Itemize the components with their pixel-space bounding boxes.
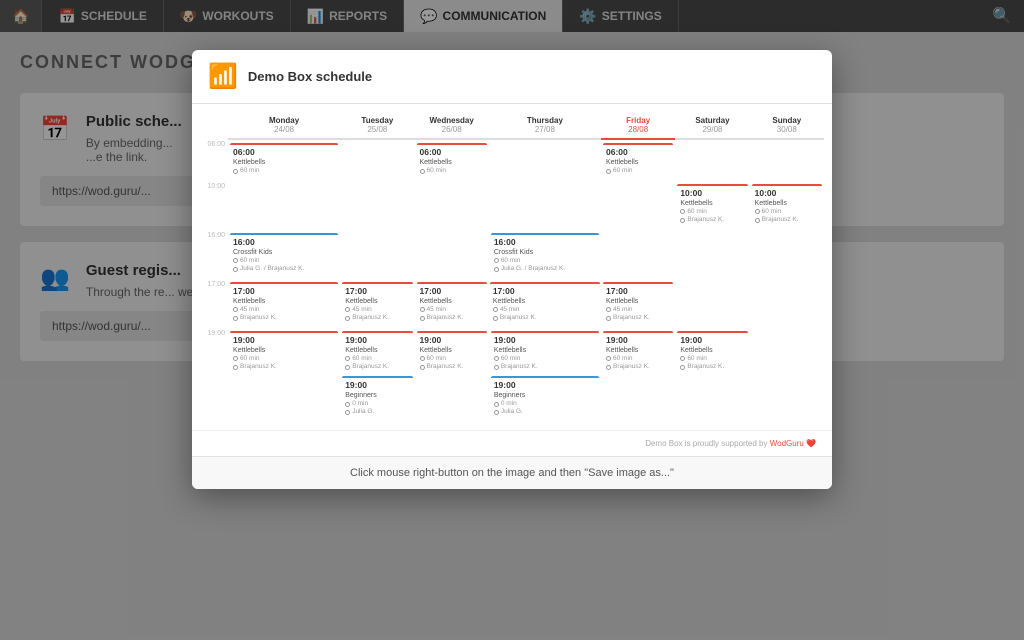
class-block: 17:00 Kettlebells 45 min Brajanusz K. [342, 282, 412, 325]
schedule-table: Monday24/08 Tuesday25/08 Wednesday26/08 … [200, 112, 824, 422]
time-row-1600: 16:00 16:00 Crossfit Kids 60 min Julia G… [200, 230, 824, 279]
modal-header: 📶 Demo Box schedule [192, 50, 832, 104]
class-block: 10:00 Kettlebells 60 min Brajanusz K. [677, 184, 747, 227]
modal-overlay[interactable]: 📶 Demo Box schedule Monday24/08 Tuesday2… [0, 0, 1024, 640]
tuesday-1000 [340, 181, 414, 230]
footer-text: Demo Box is proudly supported by WodGuru… [645, 439, 816, 448]
wednesday-1900: 19:00 Kettlebells 60 min Brajanusz K. [415, 328, 489, 422]
class-block: 17:00 Kettlebells 45 min Brajanusz K. [230, 282, 338, 325]
saturday-0600 [675, 139, 749, 181]
time-row-1700: 17:00 17:00 Kettlebells 45 min Brajanusz… [200, 279, 824, 328]
friday-1000 [601, 181, 675, 230]
day-header-saturday: Saturday29/08 [675, 112, 749, 139]
modal-title: Demo Box schedule [248, 69, 372, 84]
sunday-1000: 10:00 Kettlebells 60 min Brajanusz K. [750, 181, 824, 230]
thursday-0600 [489, 139, 601, 181]
thursday-1600: 16:00 Crossfit Kids 60 min Julia G. / Br… [489, 230, 601, 279]
class-block: 19:00 Kettlebells 60 min Brajanusz K. [417, 331, 487, 374]
tuesday-1900: 19:00 Kettlebells 60 min Brajanusz K. 19… [340, 328, 414, 422]
sunday-0600 [750, 139, 824, 181]
saturday-1600 [675, 230, 749, 279]
tuesday-1700: 17:00 Kettlebells 45 min Brajanusz K. [340, 279, 414, 328]
day-header-monday: Monday24/08 [228, 112, 340, 139]
monday-1000 [228, 181, 340, 230]
monday-1700: 17:00 Kettlebells 45 min Brajanusz K. [228, 279, 340, 328]
friday-0600: 06:00 Kettlebells 60 min [601, 139, 675, 181]
thursday-1000 [489, 181, 601, 230]
thursday-1900: 19:00 Kettlebells 60 min Brajanusz K. 19… [489, 328, 601, 422]
schedule-container[interactable]: Monday24/08 Tuesday25/08 Wednesday26/08 … [192, 104, 832, 430]
day-header-tuesday: Tuesday25/08 [340, 112, 414, 139]
class-block: 17:00 Kettlebells 45 min Brajanusz K. [417, 282, 487, 325]
time-row-1900: 19:00 19:00 Kettlebells 60 min Brajanusz… [200, 328, 824, 422]
schedule-modal: 📶 Demo Box schedule Monday24/08 Tuesday2… [192, 50, 832, 489]
friday-1900: 19:00 Kettlebells 60 min Brajanusz K. [601, 328, 675, 422]
time-row-1000: 10:00 10:00 Kettlebells 60 min Brajanusz [200, 181, 824, 230]
thursday-1700: 17:00 Kettlebells 45 min Brajanusz K. [489, 279, 601, 328]
class-block: 19:00 Kettlebells 60 min Brajanusz K. [491, 331, 599, 374]
class-block: 16:00 Crossfit Kids 60 min Julia G. / Br… [230, 233, 338, 276]
class-block: 10:00 Kettlebells 60 min Brajanusz K. [752, 184, 822, 227]
tuesday-0600 [340, 139, 414, 181]
wednesday-0600: 06:00 Kettlebells 60 min [415, 139, 489, 181]
class-block: 16:00 Crossfit Kids 60 min Julia G. / Br… [491, 233, 599, 276]
wednesday-1700: 17:00 Kettlebells 45 min Brajanusz K. [415, 279, 489, 328]
wednesday-1000 [415, 181, 489, 230]
time-row-0600: 06:00 06:00 Kettlebells 60 min 06:00 [200, 139, 824, 181]
class-block: 19:00 Kettlebells 60 min Brajanusz K. [677, 331, 747, 374]
sunday-1600 [750, 230, 824, 279]
class-block: 19:00 Kettlebells 60 min Brajanusz K. [230, 331, 338, 374]
friday-1600 [601, 230, 675, 279]
monday-1600: 16:00 Crossfit Kids 60 min Julia G. / Br… [228, 230, 340, 279]
saturday-1000: 10:00 Kettlebells 60 min Brajanusz K. [675, 181, 749, 230]
class-block: 19:00 Kettlebells 60 min Brajanusz K. [603, 331, 673, 374]
day-header-friday: Friday28/08 [601, 112, 675, 139]
saturday-1900: 19:00 Kettlebells 60 min Brajanusz K. [675, 328, 749, 422]
monday-0600: 06:00 Kettlebells 60 min [228, 139, 340, 181]
monday-1900: 19:00 Kettlebells 60 min Brajanusz K. [228, 328, 340, 422]
tuesday-1600 [340, 230, 414, 279]
class-block: 19:00 Kettlebells 60 min Brajanusz K. [342, 331, 412, 374]
sunday-1900 [750, 328, 824, 422]
friday-1700: 17:00 Kettlebells 45 min Brajanusz K. [601, 279, 675, 328]
day-header-sunday: Sunday30/08 [750, 112, 824, 139]
day-header-wednesday: Wednesday26/08 [415, 112, 489, 139]
class-block: 19:00 Beginners 0 min Julia G. [491, 376, 599, 419]
modal-bottom-instruction: Click mouse right-button on the image an… [192, 456, 832, 489]
sunday-1700 [750, 279, 824, 328]
class-block: 06:00 Kettlebells 60 min [417, 143, 487, 178]
class-block: 19:00 Beginners 0 min Julia G. [342, 376, 412, 419]
wednesday-1600 [415, 230, 489, 279]
class-block: 06:00 Kettlebells 60 min [230, 143, 338, 178]
class-block: 06:00 Kettlebells 60 min [603, 143, 673, 178]
gym-icon: 📶 [208, 62, 238, 91]
saturday-1700 [675, 279, 749, 328]
class-block: 17:00 Kettlebells 45 min Brajanusz K. [603, 282, 673, 325]
day-header-thursday: Thursday27/08 [489, 112, 601, 139]
class-block: 17:00 Kettlebells 45 min Brajanusz K. [490, 282, 600, 325]
modal-footer: Demo Box is proudly supported by WodGuru… [192, 430, 832, 456]
